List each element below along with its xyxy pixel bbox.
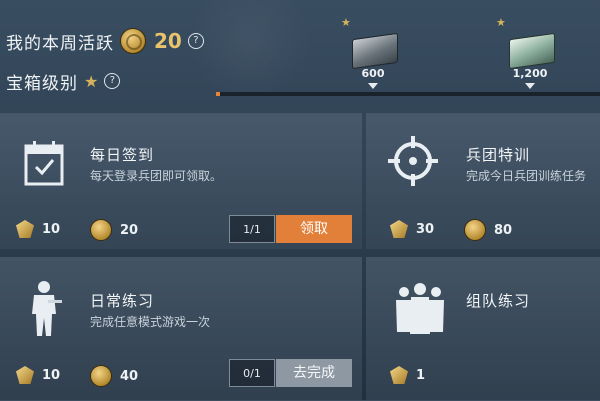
weekly-active-row: 我的本周活跃 20 ? <box>6 26 204 56</box>
star-icon: ★ <box>84 71 99 91</box>
chest-level-label: 宝箱级别 <box>6 73 78 94</box>
task-progress-count: 0/1 <box>229 359 275 387</box>
chest-gold[interactable] <box>505 30 559 70</box>
task-card-daily-signin: 每日签到 每天登录兵团即可领取。 10 20 1/1 领取 <box>0 113 362 249</box>
reward-item: 1 <box>390 366 425 384</box>
reward-amount: 30 <box>416 221 435 237</box>
gem-icon <box>390 220 408 238</box>
reward-amount: 80 <box>494 222 513 238</box>
task-name: 每日签到 <box>90 146 155 164</box>
task-progress-count: 1/1 <box>229 215 275 243</box>
coin-icon <box>464 219 486 241</box>
activity-progress-bar <box>216 92 600 96</box>
go-complete-button[interactable]: 去完成 <box>276 359 352 387</box>
task-name: 日常练习 <box>90 292 155 310</box>
claim-button[interactable]: 领取 <box>276 215 352 243</box>
reward-item: 10 <box>16 366 60 384</box>
squad-icon <box>396 283 444 334</box>
task-description: 每天登录兵团即可领取。 <box>90 169 223 183</box>
gem-icon <box>16 220 34 238</box>
coin-icon <box>90 219 112 241</box>
help-icon[interactable]: ? <box>104 73 121 89</box>
task-name: 兵团特训 <box>466 146 531 164</box>
task-name: 组队练习 <box>466 292 531 310</box>
soldier-icon <box>32 281 62 336</box>
chest-silver[interactable] <box>348 30 402 70</box>
task-card-daily-practice: 日常练习 完成任意模式游戏一次 10 40 0/1 去完成 <box>0 257 362 401</box>
gem-icon <box>390 366 408 384</box>
reward-amount: 1 <box>416 367 426 383</box>
milestone-marker-icon <box>525 83 535 89</box>
task-card-squad-practice: 组队练习 1 <box>366 257 600 401</box>
chest-threshold-label: 600 <box>361 67 385 80</box>
milestone-marker-icon <box>368 83 378 89</box>
gem-icon <box>16 366 34 384</box>
task-card-legion-training: 兵团特训 完成今日兵团训练任务 30 80 <box>366 113 600 249</box>
reward-amount: 10 <box>42 367 61 383</box>
reward-item: 30 <box>390 220 434 238</box>
reward-amount: 10 <box>42 221 61 237</box>
weekly-activity-header: 我的本周活跃 20 ? 宝箱级别 ★ ? ★ 600 ★ 1,200 <box>0 0 600 110</box>
reward-amount: 20 <box>120 222 139 238</box>
calendar-check-icon <box>24 141 64 186</box>
help-icon[interactable]: ? <box>187 33 204 49</box>
task-description: 完成任意模式游戏一次 <box>90 315 211 329</box>
reward-item: 10 <box>16 220 60 238</box>
reward-amount: 40 <box>120 368 139 384</box>
activity-medal-icon <box>120 28 146 54</box>
reward-item: 40 <box>90 365 138 387</box>
task-description: 完成今日兵团训练任务 <box>466 169 587 183</box>
chest-level-row: 宝箱级别 ★ ? <box>6 68 121 94</box>
weekly-active-label: 我的本周活跃 <box>6 33 114 54</box>
weekly-active-value: 20 <box>154 29 182 53</box>
reward-item: 80 <box>464 219 512 241</box>
reward-item: 20 <box>90 219 138 241</box>
coin-icon <box>90 365 112 387</box>
crosshair-icon <box>388 136 438 186</box>
activity-progress-fill <box>216 92 220 96</box>
star-icon: ★ <box>496 16 506 29</box>
star-icon: ★ <box>341 16 351 29</box>
chest-threshold-label: 1,200 <box>512 67 548 80</box>
